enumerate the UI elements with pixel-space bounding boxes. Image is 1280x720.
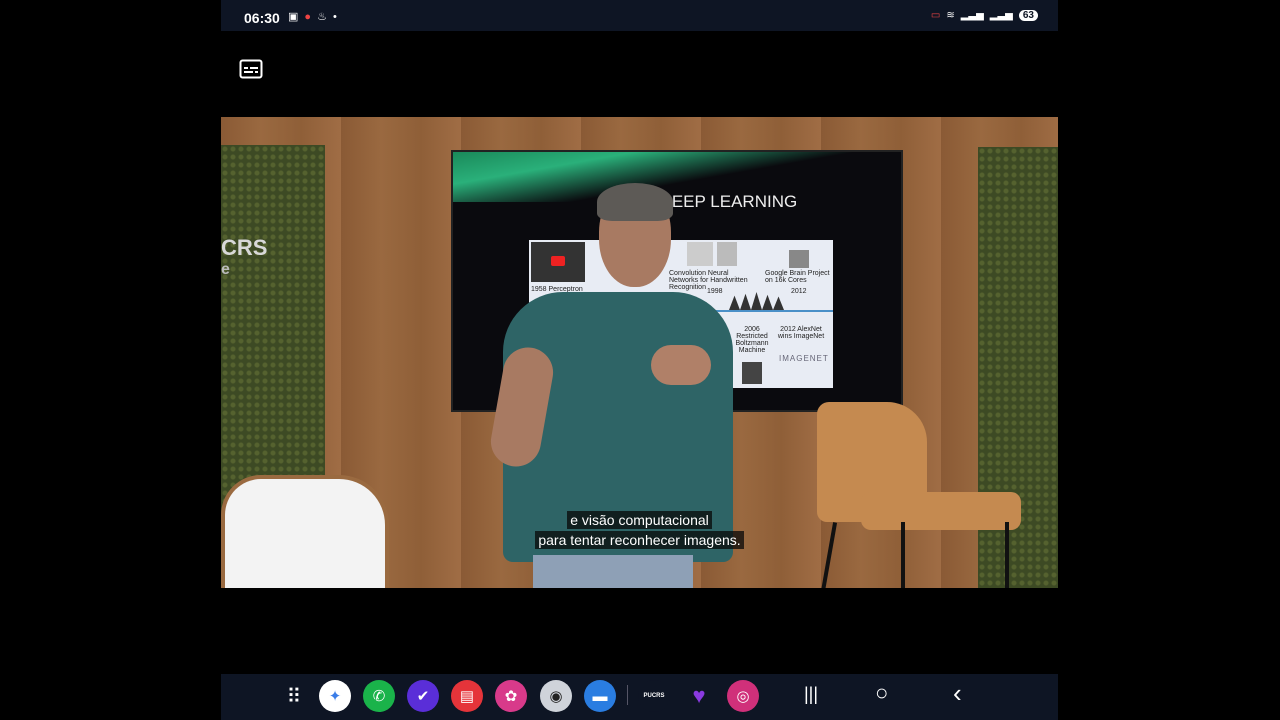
timeline-1998-year: 1998 (707, 288, 723, 295)
dot-icon: • (332, 10, 337, 23)
timeline-2012-top: Google Brain Project on 16k Cores (765, 270, 830, 284)
wall-logo-text: CRS (221, 235, 268, 260)
dock-divider (627, 685, 628, 705)
timeline-2012-top-year: 2012 (791, 288, 807, 295)
apps-grid-icon[interactable]: ⠿ (278, 680, 310, 712)
timeline-2012-bottom: 2012 AlexNet wins ImageNet (777, 326, 825, 340)
phone-icon[interactable]: ✆ (363, 680, 395, 712)
photo-thumbnail (687, 242, 713, 266)
tasks-icon[interactable]: ✔ (407, 680, 439, 712)
subtitle-line-2: para tentar reconhecer imagens. (535, 531, 744, 549)
instagram-icon[interactable]: ◎ (727, 680, 759, 712)
system-icons: ▭ ≋ ▂▃▅ ▂▃▅ 63 (931, 10, 1038, 21)
home-button[interactable]: ○ (875, 680, 888, 706)
wall-logo: CRS e (221, 235, 267, 279)
cast-icon: ▭ (930, 10, 941, 21)
status-time: 06:30 (244, 10, 280, 26)
record-icon: ● (304, 10, 312, 23)
signal-icon: ▂▃▅ (960, 10, 984, 21)
recents-button[interactable]: ||| (804, 684, 818, 705)
imagenet-logo: IMAGENET (779, 354, 829, 363)
tree-graphic (729, 292, 784, 310)
presenter-hair (597, 183, 673, 221)
signal-icon: ▂▃▅ (989, 10, 1013, 21)
photo-thumbnail (742, 362, 762, 384)
gemini-icon[interactable]: ✦ (319, 680, 351, 712)
subtitles: e visão computacional para tentar reconh… (221, 510, 1058, 550)
flame-icon: ♨ (317, 11, 327, 23)
gallery-icon[interactable]: ✿ (495, 680, 527, 712)
video-player[interactable]: CRS e UMO A DEEP LEARNING 1958 Perceptro… (221, 117, 1058, 588)
presenter-hand (651, 345, 711, 385)
play-icon (551, 256, 565, 266)
wall-logo-sub: e (221, 261, 230, 278)
photo-thumbnail (717, 242, 737, 266)
wifi-icon: ≋ (946, 10, 955, 21)
presenter-jeans (533, 555, 693, 588)
notification-icons: ▣ ● ♨ • (288, 10, 337, 24)
pucrs-online-icon[interactable]: PUCRS (638, 680, 670, 712)
heart-app-icon[interactable]: ♥ (683, 680, 715, 712)
screenshot-icon: ▣ (288, 11, 299, 23)
captions-icon[interactable] (239, 59, 263, 79)
status-bar: 06:30 ▣ ● ♨ • ▭ ≋ ▂▃▅ ▂▃▅ 63 (221, 0, 1058, 31)
subtitle-line-1: e visão computacional (567, 511, 712, 529)
photo-thumbnail (789, 250, 809, 268)
video-thumbnail (531, 242, 585, 282)
timeline-2006: 2006 Restricted Boltzmann Machine (735, 326, 769, 354)
phone-screen: 06:30 ▣ ● ♨ • ▭ ≋ ▂▃▅ ▂▃▅ 63 CRS e UMO A… (221, 0, 1058, 720)
messages-icon[interactable]: ▬ (584, 680, 616, 712)
back-button[interactable]: ‹ (953, 678, 962, 709)
battery-indicator: 63 (1018, 10, 1038, 21)
notes-icon[interactable]: ▤ (451, 680, 483, 712)
camera-icon[interactable]: ◉ (540, 680, 572, 712)
